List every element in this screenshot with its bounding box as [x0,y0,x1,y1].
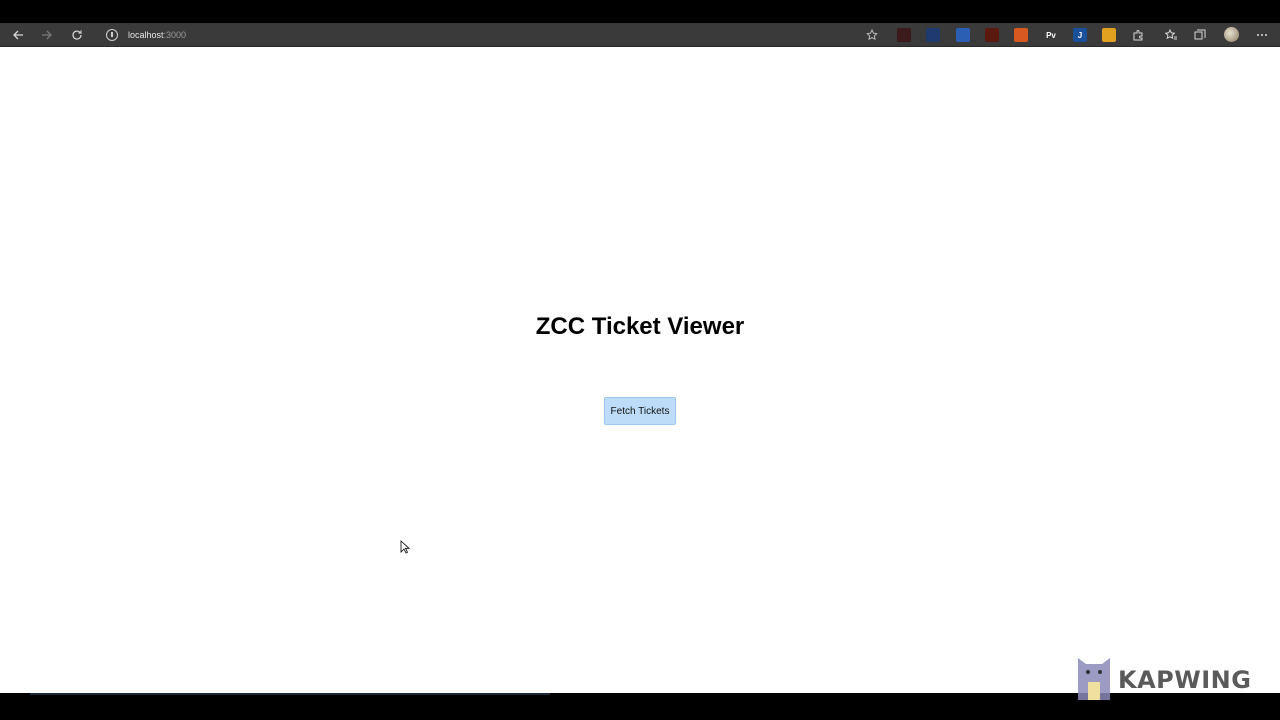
title-bar [0,0,1280,23]
refresh-icon[interactable] [65,23,89,46]
ext-3-icon[interactable] [956,28,970,42]
ext-4-icon[interactable] [985,28,999,42]
ext-2-icon[interactable] [926,28,940,42]
ext-1-icon[interactable] [897,28,911,42]
ext-7-icon[interactable]: J [1073,28,1087,42]
profile-avatar[interactable] [1219,23,1243,46]
url-port: :3000 [163,29,187,40]
page-content: ZCC Ticket Viewer Fetch Tickets [0,47,1280,693]
favorites-icon[interactable] [1159,23,1183,46]
address-bar[interactable]: localhost:3000 [100,24,880,45]
mouse-cursor-icon [400,540,410,554]
extensions-puzzle-icon[interactable] [1126,23,1150,46]
ext-6-icon[interactable]: Pv [1044,28,1058,42]
progress-line [30,693,550,695]
fetch-tickets-button[interactable]: Fetch Tickets [604,397,676,425]
ext-5-icon[interactable] [1014,28,1028,42]
browser-toolbar: localhost:3000 Pv J [0,23,1280,47]
page-title: ZCC Ticket Viewer [535,313,745,340]
collections-icon[interactable] [1188,23,1212,46]
add-favorite-icon[interactable] [860,23,884,46]
back-arrow-icon[interactable] [6,23,30,46]
url-host: localhost [128,29,164,40]
more-menu-icon[interactable] [1250,23,1274,46]
forward-arrow-icon[interactable] [35,23,59,46]
info-icon[interactable] [106,28,118,41]
url-text: localhost:3000 [128,30,186,40]
watermark-text: KAPWING [1118,666,1252,694]
kapwing-cat-icon [1078,658,1110,700]
kapwing-watermark: KAPWING [1076,652,1251,700]
ext-8-icon[interactable] [1102,28,1116,42]
